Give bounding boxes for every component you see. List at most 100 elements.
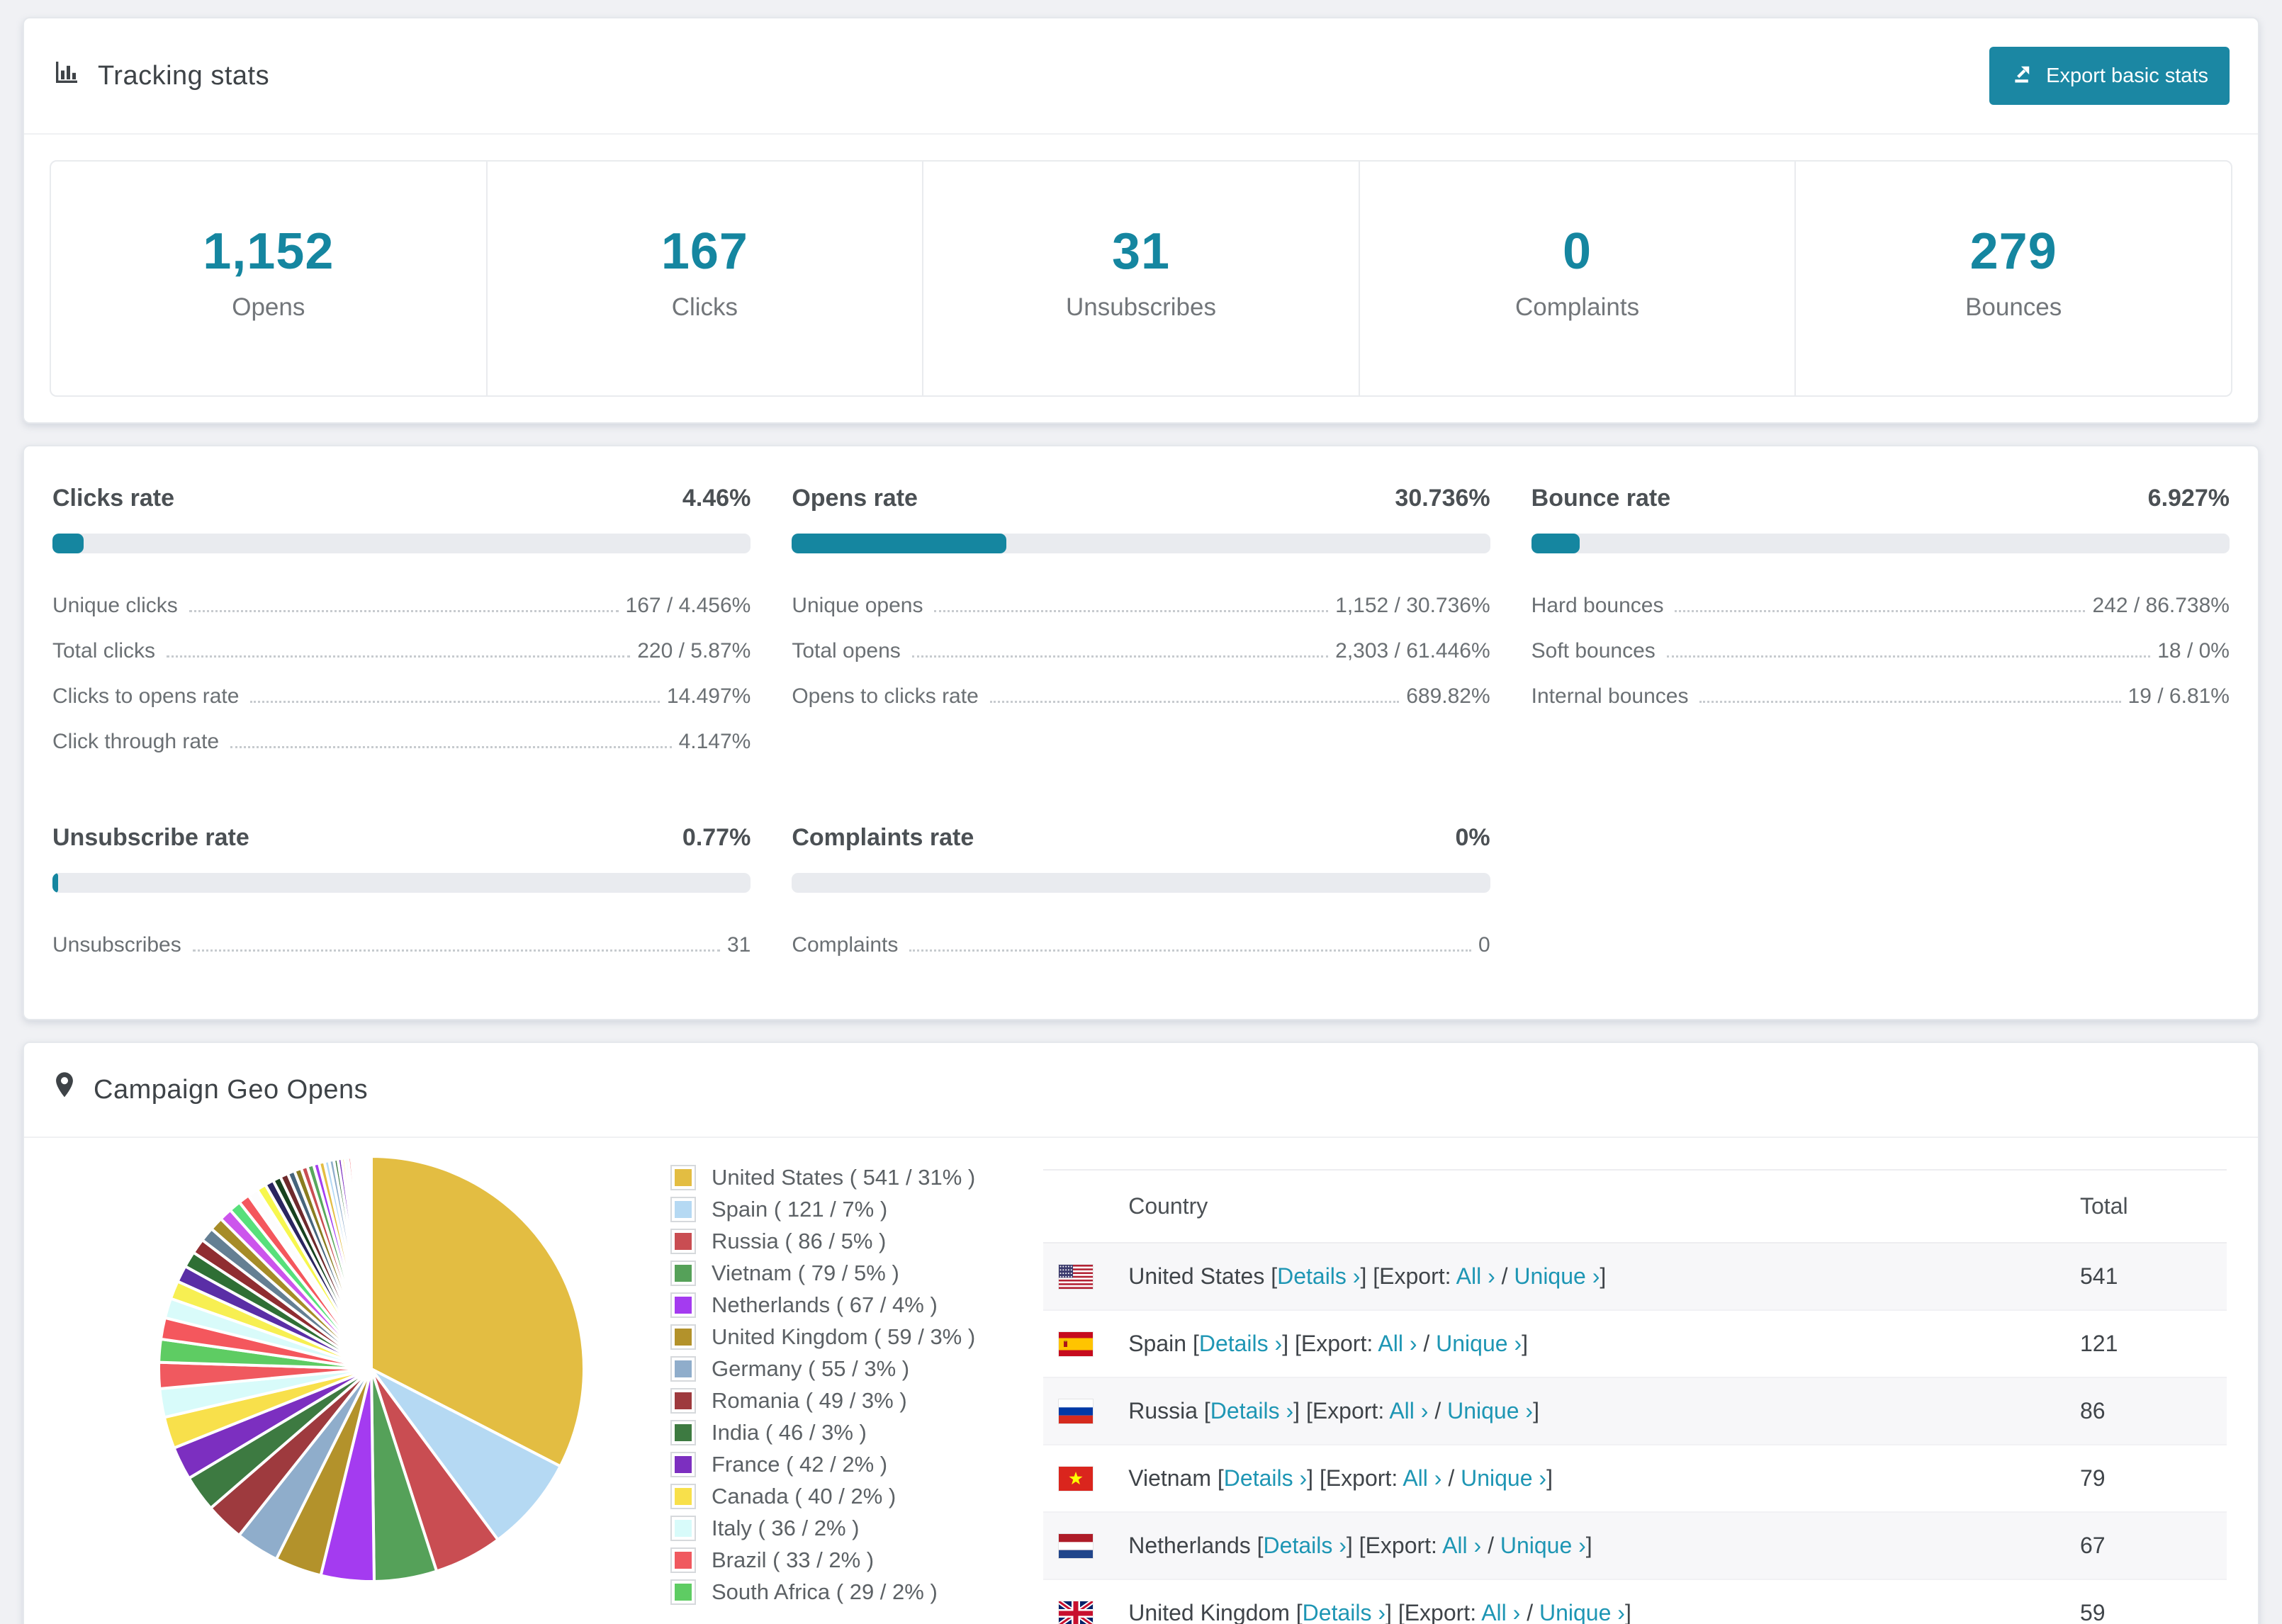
dotted-leader xyxy=(189,610,619,612)
ru-flag-icon xyxy=(1043,1377,1109,1445)
dotted-leader xyxy=(989,701,1400,703)
legend-item-france: France ( 42 / 2% ) xyxy=(670,1452,975,1477)
stat-label: Complaints xyxy=(1515,293,1640,321)
geo-pie-chart xyxy=(152,1149,591,1589)
export-unique-link[interactable]: Unique › xyxy=(1514,1263,1600,1289)
country-cell: United Kingdom [Details ›] [Export: All … xyxy=(1108,1579,2060,1624)
rate-detail-row: Total clicks 220 / 5.87% xyxy=(52,628,751,674)
legend-item-romania: Romania ( 49 / 3% ) xyxy=(670,1388,975,1414)
legend-item-spain: Spain ( 121 / 7% ) xyxy=(670,1197,975,1222)
details-link[interactable]: Details › xyxy=(1277,1263,1360,1289)
legend-label: Germany ( 55 / 3% ) xyxy=(712,1356,910,1381)
stat-cell-clicks: 167 Clicks xyxy=(485,162,923,395)
rate-block-bounce-rate: Bounce rate 6.927% Hard bounces 242 / 86… xyxy=(1531,485,2230,765)
geo-opens-header: Campaign Geo Opens xyxy=(24,1043,2258,1138)
export-basic-stats-button[interactable]: Export basic stats xyxy=(1989,47,2230,105)
rate-detail-row: Clicks to opens rate 14.497% xyxy=(52,674,751,719)
details-link[interactable]: Details › xyxy=(1199,1331,1282,1356)
rate-detail-label: Unique clicks xyxy=(52,594,178,617)
legend-label: Russia ( 86 / 5% ) xyxy=(712,1229,887,1253)
stat-cell-opens: 1,152 Opens xyxy=(51,162,486,395)
export-unique-link[interactable]: Unique › xyxy=(1500,1533,1586,1558)
export-all-link[interactable]: All › xyxy=(1481,1600,1520,1624)
export-all-link[interactable]: All › xyxy=(1403,1465,1441,1491)
legend-swatch xyxy=(670,1516,696,1541)
details-link[interactable]: Details › xyxy=(1264,1533,1347,1558)
stat-cell-bounces: 279 Bounces xyxy=(1794,162,2231,395)
rate-detail-label: Unsubscribes xyxy=(52,933,181,957)
rate-progress-bar xyxy=(1531,534,2230,553)
rate-detail-value: 2,303 / 61.446% xyxy=(1335,639,1490,662)
export-all-link[interactable]: All › xyxy=(1378,1331,1417,1356)
dotted-leader xyxy=(192,949,720,952)
export-unique-link[interactable]: Unique › xyxy=(1539,1600,1625,1624)
legend-item-italy: Italy ( 36 / 2% ) xyxy=(670,1516,975,1541)
rate-rows: Unique opens 1,152 / 30.736% Total opens… xyxy=(792,583,1490,719)
total-cell: 541 xyxy=(2060,1243,2227,1311)
rate-value: 4.46% xyxy=(682,485,751,512)
rate-detail-value: 18 / 0% xyxy=(2157,639,2230,662)
total-cell: 86 xyxy=(2060,1377,2227,1445)
country-cell: Vietnam [Details ›] [Export: All › / Uni… xyxy=(1108,1445,2060,1513)
rate-rows: Unsubscribes 31 xyxy=(52,923,751,968)
nl-flag-icon xyxy=(1043,1512,1109,1580)
country-column-header: Country xyxy=(1108,1169,2060,1244)
rate-detail-label: Complaints xyxy=(792,933,899,957)
legend-swatch xyxy=(670,1579,696,1605)
legend-item-south-africa: South Africa ( 29 / 2% ) xyxy=(670,1579,975,1605)
export-unique-link[interactable]: Unique › xyxy=(1436,1331,1522,1356)
card-title-text: Tracking stats xyxy=(98,60,270,91)
rate-title: Complaints rate xyxy=(792,824,974,851)
legend-swatch xyxy=(670,1420,696,1445)
rate-progress-fill xyxy=(52,873,58,893)
total-cell: 59 xyxy=(2060,1579,2227,1624)
legend-label: Netherlands ( 67 / 4% ) xyxy=(712,1292,938,1317)
us-flag-icon xyxy=(1043,1243,1109,1311)
legend-swatch xyxy=(670,1229,696,1254)
legend-item-vietnam: Vietnam ( 79 / 5% ) xyxy=(670,1261,975,1286)
rate-title: Unsubscribe rate xyxy=(52,824,249,851)
legend-swatch xyxy=(670,1165,696,1190)
geo-table: Country Total United States [Details ›] … xyxy=(1043,1169,2227,1624)
stat-cell-unsubscribes: 31 Unsubscribes xyxy=(922,162,1359,395)
legend-swatch xyxy=(670,1484,696,1509)
legend-swatch xyxy=(670,1452,696,1477)
country-cell: Spain [Details ›] [Export: All › / Uniqu… xyxy=(1108,1310,2060,1378)
legend-swatch xyxy=(670,1547,696,1573)
legend-label: South Africa ( 29 / 2% ) xyxy=(712,1579,938,1604)
export-all-link[interactable]: All › xyxy=(1456,1263,1495,1289)
rate-detail-value: 31 xyxy=(726,933,751,957)
export-all-link[interactable]: All › xyxy=(1389,1398,1428,1423)
legend-swatch xyxy=(670,1324,696,1350)
dotted-leader xyxy=(934,610,1329,612)
legend-item-india: India ( 46 / 3% ) xyxy=(670,1420,975,1445)
export-all-link[interactable]: All › xyxy=(1442,1533,1481,1558)
geo-table-wrap: Country Total United States [Details ›] … xyxy=(1043,1169,2227,1624)
bar-chart-icon xyxy=(52,58,81,94)
details-link[interactable]: Details › xyxy=(1210,1398,1293,1423)
rate-progress-fill xyxy=(792,534,1007,553)
tracking-stats-card: Tracking stats Export basic stats 1,152 … xyxy=(23,17,2259,424)
card-title-text: Campaign Geo Opens xyxy=(94,1074,369,1105)
dotted-leader xyxy=(230,746,672,748)
rate-detail-value: 242 / 86.738% xyxy=(2092,594,2230,617)
export-unique-link[interactable]: Unique › xyxy=(1461,1465,1546,1491)
details-link[interactable]: Details › xyxy=(1224,1465,1307,1491)
rate-detail-value: 14.497% xyxy=(666,684,751,708)
legend-label: Italy ( 36 / 2% ) xyxy=(712,1516,860,1540)
vn-flag-icon xyxy=(1043,1445,1109,1513)
stat-value: 1,152 xyxy=(203,223,335,280)
dotted-leader xyxy=(909,949,1471,952)
country-cell: United States [Details ›] [Export: All ›… xyxy=(1108,1243,2060,1311)
export-unique-link[interactable]: Unique › xyxy=(1447,1398,1533,1423)
rate-progress-bar xyxy=(792,534,1490,553)
rate-detail-label: Soft bounces xyxy=(1531,639,1656,662)
stat-cell-complaints: 0 Complaints xyxy=(1358,162,1795,395)
details-link[interactable]: Details › xyxy=(1303,1600,1386,1624)
rate-detail-label: Internal bounces xyxy=(1531,684,1689,708)
rate-detail-label: Unique opens xyxy=(792,594,923,617)
dotted-leader xyxy=(167,655,631,658)
legend-item-united-states: United States ( 541 / 31% ) xyxy=(670,1165,975,1190)
geo-table-row-united-states: United States [Details ›] [Export: All ›… xyxy=(1043,1243,2227,1311)
legend-item-brazil: Brazil ( 33 / 2% ) xyxy=(670,1547,975,1573)
